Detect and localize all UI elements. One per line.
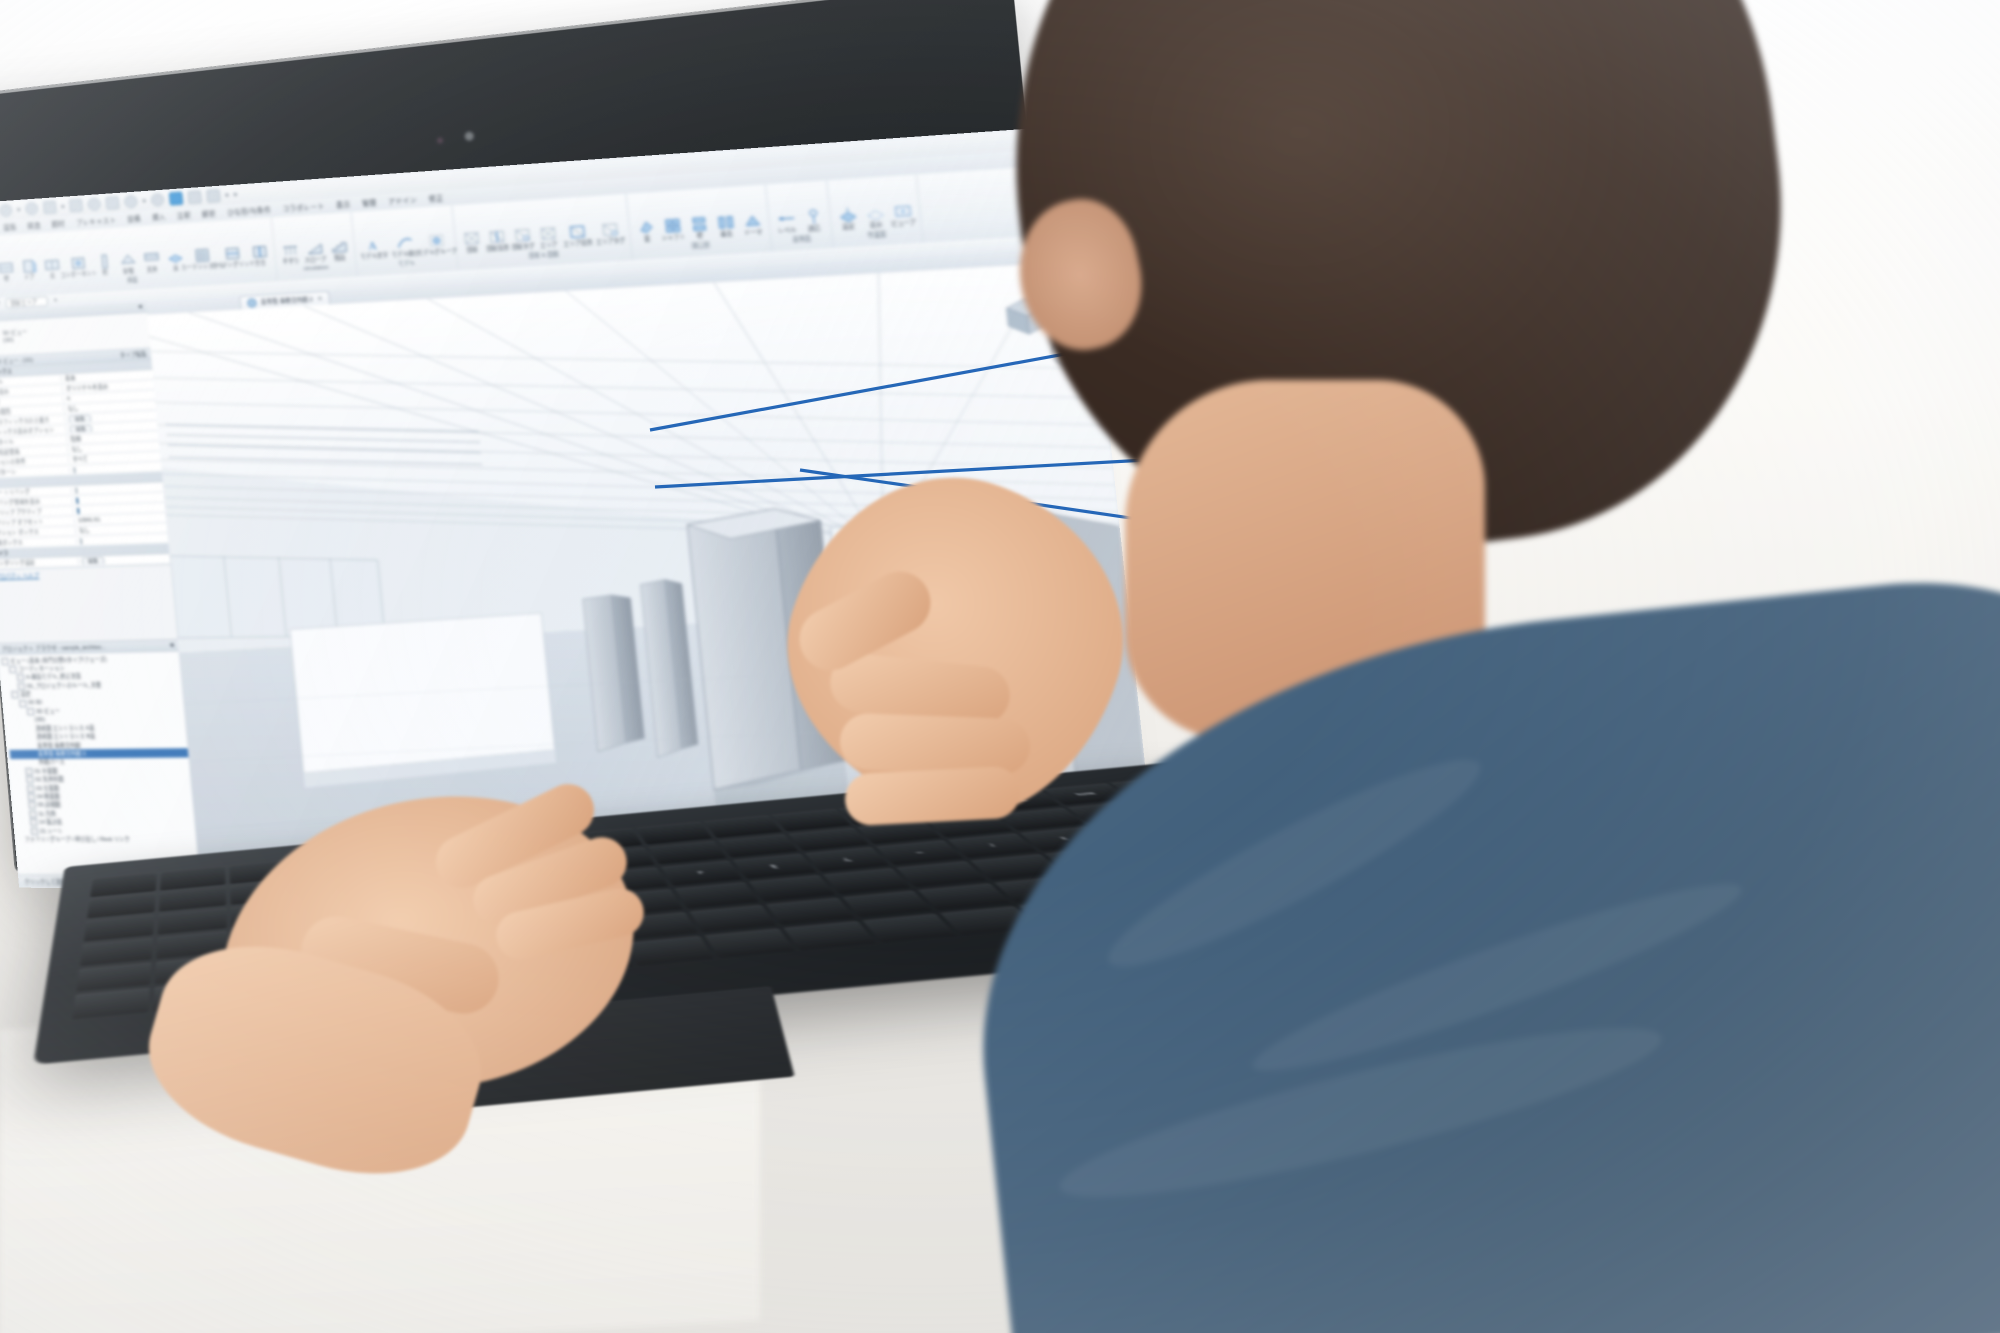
person-left-hand [0, 0, 2000, 1333]
photo-scene: ファイル建築構造鋼材プレキャスト設備挿入注釈解析ひな形/与条件コラボレート表示管… [0, 0, 2000, 1333]
